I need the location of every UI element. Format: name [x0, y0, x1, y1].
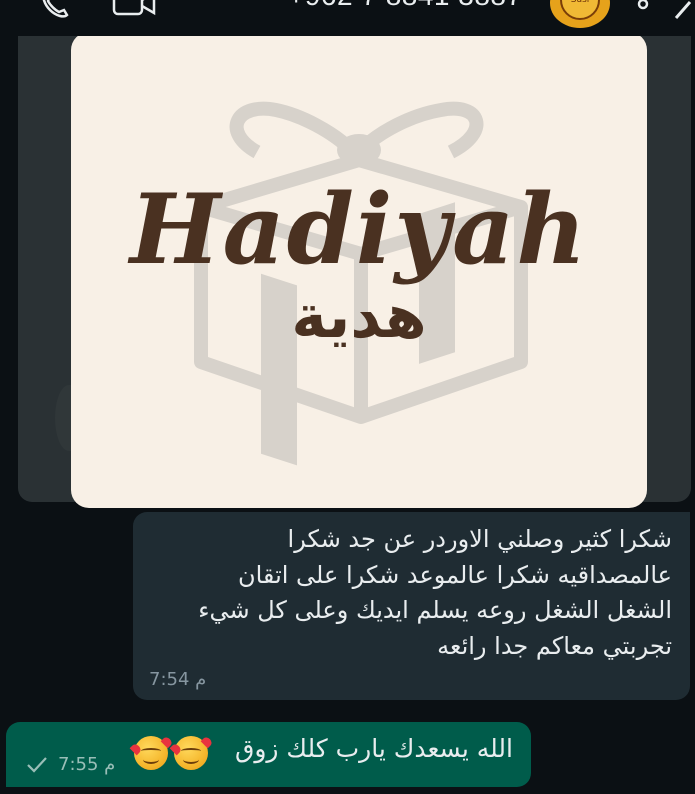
message-line: عالمصداقيه شكرا عالموعد شكرا على اتقان: [237, 560, 672, 589]
emoji-group: [134, 736, 208, 770]
brand-name-arabic: هدية: [291, 282, 427, 352]
sent-check-icon: [26, 756, 48, 778]
message-line: الشغل الشغل روعه يسلم ايديك وعلى كل شيء: [198, 596, 672, 624]
outgoing-message-bubble[interactable]: الله يسعدك يارب كلك زوق 7:55 م: [6, 722, 531, 787]
message-line: شكرا كثير وصلني الاوردر عن جد شكرا: [287, 525, 672, 553]
message-line: تجربتي معاكم جدا رائعه: [437, 631, 672, 660]
incoming-message-bubble[interactable]: شكرا كثير وصلني الاوردر عن جد شكرا عالمص…: [133, 512, 690, 700]
chevron-icon[interactable]: [672, 0, 695, 40]
outgoing-message-text: الله يسعدك يارب كلك زوق: [234, 734, 513, 763]
incoming-message-text: شكرا كثير وصلني الاوردر عن جد شكرا عالمص…: [142, 522, 672, 664]
more-options-icon[interactable]: [633, 0, 653, 20]
brand-name-latin: Hadiyah: [129, 173, 589, 286]
image-message[interactable]: Hadiyah هدية: [71, 32, 647, 508]
contact-avatar[interactable]: Susi: [550, 0, 610, 28]
smiling-face-with-hearts-icon: [174, 736, 208, 770]
contact-phone-number[interactable]: +962 7 8841 3887: [288, 0, 523, 12]
phone-call-icon[interactable]: [36, 0, 72, 26]
incoming-message-time: 7:54 م: [149, 669, 207, 690]
smiling-face-with-hearts-icon: [134, 736, 168, 770]
avatar-logo-text: Susi: [560, 0, 600, 20]
video-call-icon[interactable]: [110, 0, 158, 26]
outgoing-message-time: 7:55 م: [58, 754, 116, 775]
chat-header: +962 7 8841 3887 Susi: [0, 0, 695, 36]
